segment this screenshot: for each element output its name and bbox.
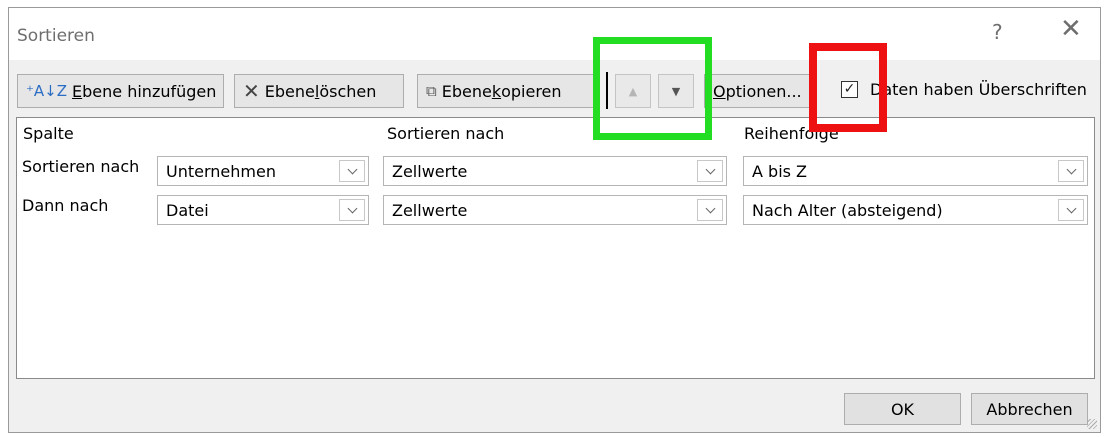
options-button[interactable]: Optionen... xyxy=(704,74,810,108)
close-button[interactable]: ✕ xyxy=(1060,16,1082,42)
row-2-sort-on-select[interactable]: Zellwerte xyxy=(383,195,727,225)
row-1-label: Sortieren nach xyxy=(22,157,140,176)
chevron-down-icon xyxy=(697,160,723,182)
row-1-column-select[interactable]: Unternehmen xyxy=(157,156,369,186)
chevron-down-icon xyxy=(339,160,365,182)
help-button[interactable]: ? xyxy=(992,20,1003,44)
headers-checkbox-label: Daten haben Überschriften xyxy=(870,80,1087,99)
headers-checkbox[interactable]: ✓ xyxy=(841,81,858,98)
add-level-label: bene hinzufügen xyxy=(82,81,217,101)
copy-level-label-rest: opieren xyxy=(501,81,562,101)
toolbar-separator xyxy=(606,72,608,109)
row-2-sort-on-value: Zellwerte xyxy=(392,200,468,220)
title-bar: Sortieren ? ✕ xyxy=(9,8,1100,60)
row-1-sort-on-select[interactable]: Zellwerte xyxy=(383,156,727,186)
copy-level-label-a: Ebene xyxy=(441,81,492,101)
sort-dialog: Sortieren ? ✕ ⁺A↓Z Ebene hinzufügen ✕ Eb… xyxy=(8,7,1101,433)
copy-level-button[interactable]: ⧉ Ebene k opieren xyxy=(417,74,597,108)
delete-level-label-a: Ebene xyxy=(264,81,315,101)
cancel-button[interactable]: Abbrechen xyxy=(971,393,1088,425)
copy-level-label-accel: k xyxy=(491,81,502,101)
header-sort-on: Sortieren nach xyxy=(387,124,505,143)
headers-checkbox-row[interactable]: ✓ Daten haben Überschriften xyxy=(841,80,1087,99)
row-2-order-select[interactable]: Nach Alter (absteigend) xyxy=(743,195,1088,225)
sort-az-icon: ⁺A↓Z xyxy=(26,82,68,100)
chevron-down-icon xyxy=(1058,160,1084,182)
row-2-order-value: Nach Alter (absteigend) xyxy=(752,200,943,220)
arrow-down-icon: ▼ xyxy=(671,84,681,98)
dialog-title: Sortieren xyxy=(17,26,95,46)
row-1-column-value: Unternehmen xyxy=(166,161,276,181)
add-level-button[interactable]: ⁺A↓Z Ebene hinzufügen xyxy=(17,74,224,108)
resize-grip[interactable] xyxy=(1087,419,1097,429)
row-1-order-select[interactable]: A bis Z xyxy=(743,156,1088,186)
copy-icon: ⧉ xyxy=(426,82,437,100)
chevron-down-icon xyxy=(697,199,723,221)
ok-button[interactable]: OK xyxy=(844,393,961,425)
row-2-column-select[interactable]: Datei xyxy=(157,195,369,225)
delete-level-button[interactable]: ✕ Ebene l öschen xyxy=(234,74,404,108)
add-level-label-accel: E xyxy=(72,81,83,101)
chevron-down-icon xyxy=(339,199,365,221)
row-1-order-value: A bis Z xyxy=(752,161,808,181)
header-column: Spalte xyxy=(23,124,74,143)
options-label-accel: O xyxy=(713,81,726,101)
options-label: ptionen... xyxy=(725,81,802,101)
arrow-up-icon: ▲ xyxy=(628,84,638,98)
row-2-column-value: Datei xyxy=(166,200,209,220)
row-2-label: Dann nach xyxy=(22,196,109,215)
delete-x-icon: ✕ xyxy=(243,79,260,103)
row-1-sort-on-value: Zellwerte xyxy=(392,161,468,181)
sort-levels-table: Spalte Sortieren nach Reihenfolge Sortie… xyxy=(16,117,1095,379)
chevron-down-icon xyxy=(1058,199,1084,221)
move-down-button[interactable]: ▼ xyxy=(658,74,694,108)
move-up-button[interactable]: ▲ xyxy=(615,74,651,108)
header-order: Reihenfolge xyxy=(744,124,839,143)
delete-level-label-rest: öschen xyxy=(319,81,377,101)
